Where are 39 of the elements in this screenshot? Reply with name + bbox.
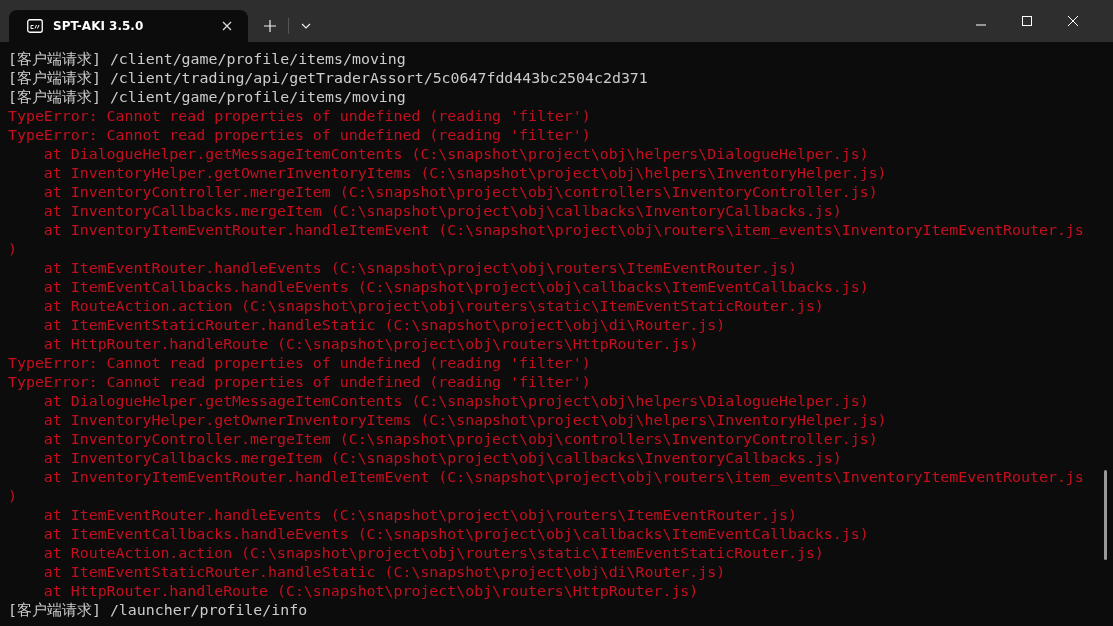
close-window-icon[interactable] — [1068, 16, 1078, 26]
console-line: TypeError: Cannot read properties of undefined (reading 'filter') — [8, 126, 592, 145]
console-line: at ItemEventCallbacks.handleEvents (C:\snapshot\project\obj\callbacks\ItemEventCallbacks.js) — [42, 525, 870, 544]
console-line: at DialogueHelper.getMessageItemContents (C:\snapshot\project\obj\helpers\DialogueHelper.js) — [42, 145, 870, 164]
console-line: at InventoryCallbacks.mergeItem (C:\snapshot\project\obj\callbacks\InventoryCallbacks.js) — [42, 202, 843, 221]
terminal-tab[interactable]: SPT-AKI 3.5.0 — [9, 10, 248, 42]
console-line: at InventoryController.mergeItem (C:\snapshot\project\obj\controllers\InventoryController.js) — [42, 430, 879, 449]
console-line: at RouteAction.action (C:\snapshot\project\obj\routers\static\ItemEventStaticRouter.js) — [42, 297, 825, 316]
maximize-icon[interactable] — [1022, 16, 1032, 26]
new-tab-icon[interactable] — [264, 20, 276, 32]
console-line: at InventoryItemEventRouter.handleItemEvent (C:\snapshot\project\obj\routers\item_events\InventoryItemEventRouter.js — [42, 468, 1085, 487]
console-line: at InventoryCallbacks.mergeItem (C:\snapshot\project\obj\callbacks\InventoryCallbacks.js) — [42, 449, 843, 468]
console-line: at ItemEventRouter.handleEvents (C:\snapshot\project\obj\routers\ItemEventRouter.js) — [42, 506, 798, 525]
console-line: at InventoryController.mergeItem (C:\snapshot\project\obj\controllers\InventoryController.js) — [42, 183, 879, 202]
tab-title: SPT-AKI 3.5.0 — [53, 19, 145, 33]
console-line: at InventoryHelper.getOwnerInventoryItems (C:\snapshot\project\obj\helpers\InventoryHelper.js) — [42, 164, 888, 183]
console-line: at InventoryHelper.getOwnerInventoryItems (C:\snapshot\project\obj\helpers\InventoryHelper.js) — [42, 411, 888, 430]
console-line: at ItemEventStaticRouter.handleStatic (C:\snapshot\project\obj\di\Router.js) — [42, 316, 727, 335]
close-tab-icon[interactable] — [222, 21, 232, 31]
scrollbar-thumb[interactable] — [1104, 470, 1107, 560]
console-line: at ItemEventRouter.handleEvents (C:\snapshot\project\obj\routers\ItemEventRouter.js) — [42, 259, 798, 278]
console-line: ) — [8, 240, 18, 259]
console-line: at InventoryItemEventRouter.handleItemEvent (C:\snapshot\project\obj\routers\item_events\InventoryItemEventRouter.js — [42, 221, 1085, 240]
console-line: TypeError: Cannot read properties of undefined (reading 'filter') — [8, 373, 592, 392]
console-line: at DialogueHelper.getMessageItemContents (C:\snapshot\project\obj\helpers\DialogueHelper.js) — [42, 392, 870, 411]
dropdown-chevron-icon[interactable] — [301, 23, 311, 29]
console-line: [客户端请求] /launcher/profile/info — [8, 601, 309, 620]
console-line: at HttpRouter.handleRoute (C:\snapshot\project\obj\routers\HttpRouter.js) — [42, 582, 700, 601]
console-line: [客户端请求] /client/trading/api/getTraderAssort/5c0647fdd443bc2504c2d371 — [8, 69, 649, 88]
console-line: at RouteAction.action (C:\snapshot\project\obj\routers\static\ItemEventStaticRouter.js) — [42, 544, 825, 563]
console-line: at ItemEventStaticRouter.handleStatic (C:\snapshot\project\obj\di\Router.js) — [42, 563, 727, 582]
console-line: ) — [8, 487, 18, 506]
console-line: at ItemEventCallbacks.handleEvents (C:\snapshot\project\obj\callbacks\ItemEventCallbacks.js) — [42, 278, 870, 297]
console-line: TypeError: Cannot read properties of undefined (reading 'filter') — [8, 107, 592, 126]
terminal-icon — [27, 19, 43, 33]
console-line: at HttpRouter.handleRoute (C:\snapshot\project\obj\routers\HttpRouter.js) — [42, 335, 700, 354]
console-line: [客户端请求] /client/game/profile/items/moving — [8, 88, 407, 107]
console-line: [客户端请求] /client/game/profile/items/moving — [8, 50, 407, 69]
console-line: TypeError: Cannot read properties of undefined (reading 'filter') — [8, 354, 592, 373]
